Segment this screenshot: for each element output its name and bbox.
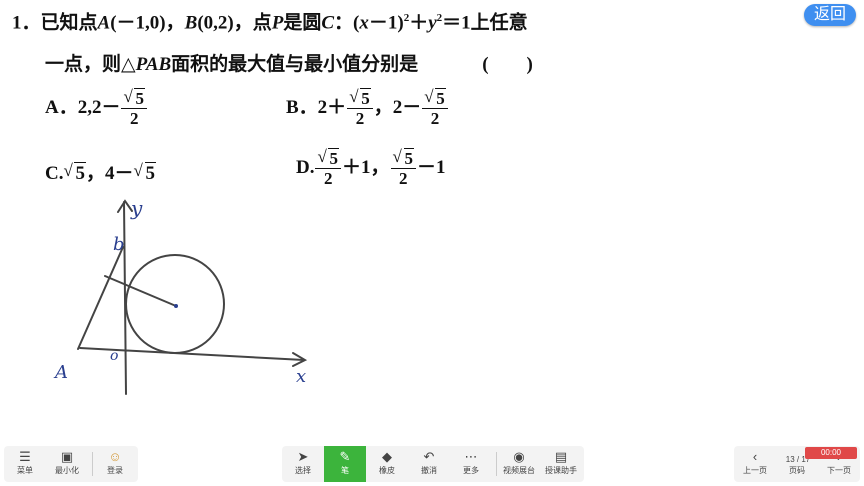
chevron-left-icon: ‹: [752, 449, 758, 464]
undo-button[interactable]: ↶ 撤消: [408, 446, 450, 482]
minimize-label: 最小化: [55, 466, 79, 475]
undo-icon: ↶: [423, 449, 435, 464]
next-page-label: 下一页: [827, 466, 851, 475]
recording-timer[interactable]: 00:00: [805, 447, 857, 459]
more-button[interactable]: ⋯ 更多: [450, 446, 492, 482]
cursor-icon: ➤: [297, 449, 309, 464]
center-toolbar: ➤ 选择 ✎ 笔 ◆ 橡皮 ↶ 撤消 ⋯ 更多 ◉ 视频展台 ▤ 授课助手: [282, 446, 584, 482]
select-tool-button[interactable]: ➤ 选择: [282, 446, 324, 482]
minimize-icon: ▣: [60, 449, 74, 464]
video-booth-label: 视频展台: [503, 466, 535, 475]
pen-tool-button[interactable]: ✎ 笔: [324, 446, 366, 482]
menu-icon: ☰: [19, 449, 31, 464]
eraser-label: 橡皮: [379, 466, 395, 475]
origin-label: o: [110, 348, 118, 364]
point-b-label: b: [113, 234, 125, 255]
left-toolbar: ☰ 菜单 ▣ 最小化 ☺ 登录: [4, 446, 138, 482]
slide-page: 1．已知点A(－1,0)，B(0,2)，点P是圆C：(x－1)2＋y2＝1上任意…: [0, 0, 864, 486]
line-ab: [77, 246, 124, 350]
pen-label: 笔: [341, 466, 349, 475]
avatar-icon: ☺: [108, 449, 122, 464]
previous-page-label: 上一页: [743, 466, 767, 475]
pen-icon: ✎: [339, 449, 351, 464]
menu-button[interactable]: ☰ 菜单: [4, 446, 46, 482]
eraser-icon: ◆: [382, 449, 392, 464]
circle-center-dot: [174, 304, 178, 308]
assistant-label: 授课助手: [545, 466, 577, 475]
login-label: 登录: [107, 466, 123, 475]
circle-c-drawing: [125, 254, 225, 354]
teaching-assistant-button[interactable]: ▤ 授课助手: [540, 446, 582, 482]
handwritten-sketch: y b A o x: [53, 196, 308, 395]
divider: [496, 452, 497, 476]
page-number-label: 页码: [789, 466, 805, 475]
x-axis-label: x: [296, 366, 306, 387]
menu-label: 菜单: [17, 466, 33, 475]
login-button[interactable]: ☺ 登录: [94, 446, 136, 482]
undo-label: 撤消: [421, 466, 437, 475]
more-icon: ⋯: [464, 449, 478, 464]
more-label: 更多: [463, 466, 479, 475]
point-a-label: A: [53, 362, 68, 383]
previous-page-button[interactable]: ‹ 上一页: [734, 446, 776, 482]
minimize-button[interactable]: ▣ 最小化: [46, 446, 88, 482]
camera-icon: ◉: [513, 449, 525, 464]
radius-line: [104, 275, 177, 307]
select-label: 选择: [295, 466, 311, 475]
video-booth-button[interactable]: ◉ 视频展台: [498, 446, 540, 482]
assistant-icon: ▤: [554, 449, 568, 464]
eraser-tool-button[interactable]: ◆ 橡皮: [366, 446, 408, 482]
divider: [92, 452, 93, 476]
y-axis-label: y: [130, 196, 143, 220]
